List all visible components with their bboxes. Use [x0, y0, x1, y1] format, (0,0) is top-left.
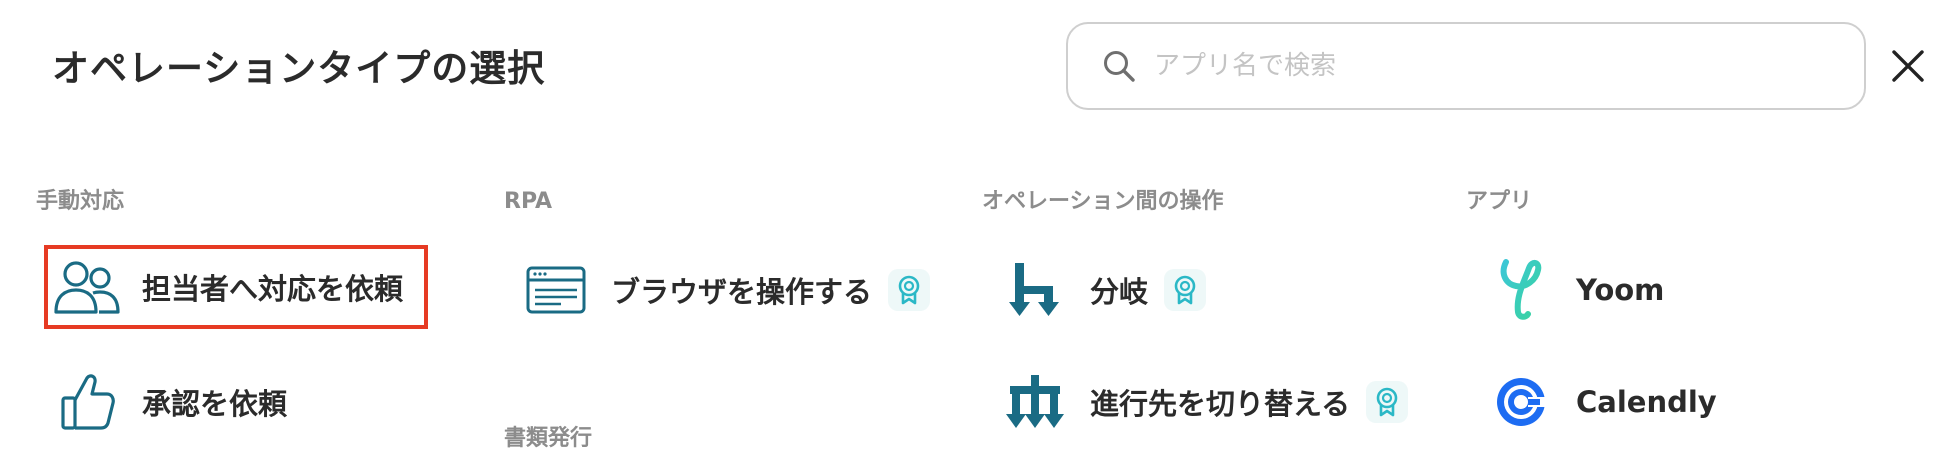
search-icon [1104, 51, 1135, 82]
assign-request-label: 担当者へ対応を依頼 [142, 272, 404, 306]
category-between-operations: オペレーション間の操作 [982, 189, 1224, 214]
search-box[interactable] [1066, 22, 1866, 110]
yoom-label: Yoom [1576, 273, 1665, 307]
switch-path-label: 進行先を切り替える [1090, 387, 1351, 421]
thumbs-up-icon [52, 367, 122, 437]
category-manual: 手動対応 [36, 189, 125, 214]
yoom-logo-icon [1486, 255, 1556, 325]
premium-badge-icon [1164, 269, 1207, 311]
browser-operation-item[interactable]: ブラウザを操作する [521, 248, 931, 332]
calendly-label: Calendly [1576, 385, 1717, 419]
modal-title: オペレーションタイプの選択 [52, 47, 546, 90]
close-button[interactable] [1890, 48, 1926, 84]
browser-window-icon [521, 255, 591, 325]
branch-item[interactable]: 分岐 [1000, 248, 1207, 332]
yoom-app-item[interactable]: Yoom [1486, 248, 1664, 332]
approval-request-label: 承認を依頼 [142, 387, 288, 421]
search-input[interactable] [1154, 51, 1834, 81]
category-rpa: RPA [504, 189, 553, 214]
category-documents: 書類発行 [504, 426, 593, 451]
premium-badge-icon [1366, 381, 1409, 423]
premium-badge-icon [888, 269, 931, 311]
branch-label: 分岐 [1090, 275, 1149, 309]
category-apps: アプリ [1466, 189, 1533, 214]
users-icon [52, 252, 122, 322]
switch-path-item[interactable]: 進行先を切り替える [1000, 360, 1409, 444]
branch-icon [1000, 255, 1070, 325]
calendly-app-item[interactable]: Calendly [1486, 360, 1717, 444]
approval-request-item[interactable]: 承認を依頼 [52, 360, 287, 444]
calendly-logo-icon [1486, 367, 1556, 437]
browser-operation-label: ブラウザを操作する [611, 275, 873, 309]
assign-request-item[interactable]: 担当者へ対応を依頼 [44, 245, 428, 329]
close-icon [1892, 50, 1924, 82]
operation-type-modal: オペレーションタイプの選択 手動対応 担当者へ対応を依頼 [0, 0, 1942, 456]
switch-path-icon [1000, 367, 1070, 437]
